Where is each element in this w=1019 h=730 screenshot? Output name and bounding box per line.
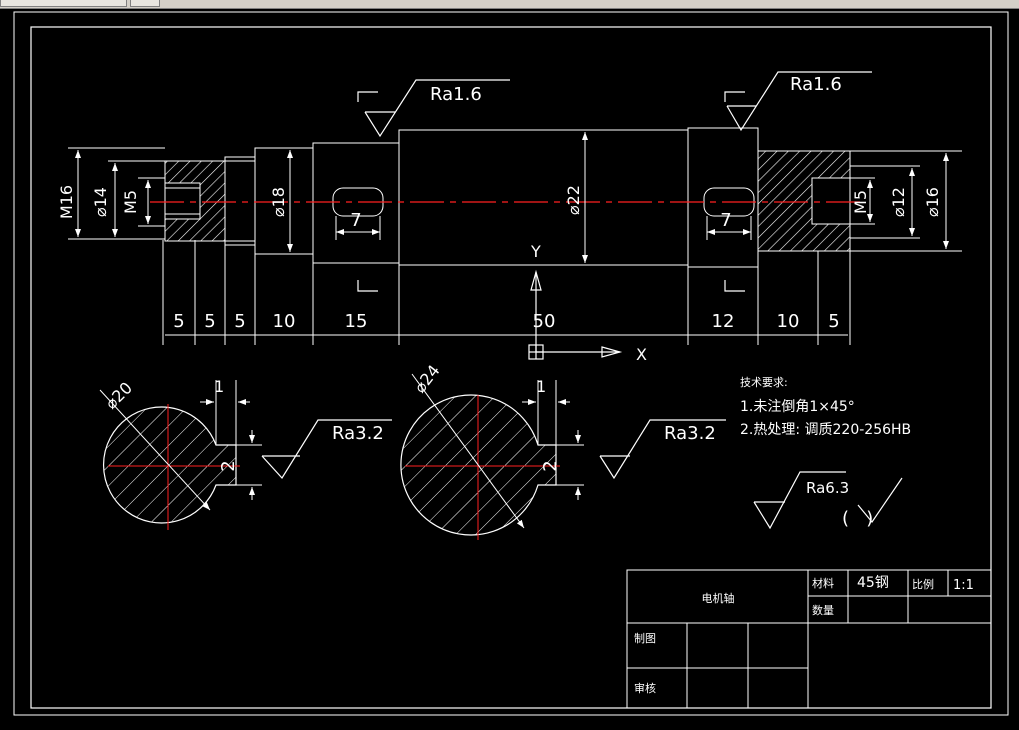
keyway-right-width: 7 [720, 210, 731, 231]
section2-dia: ⌀24 [410, 361, 443, 396]
dim-d12: ⌀12 [889, 187, 908, 217]
general-roughness-paren: ( ) [842, 508, 873, 529]
dim-d14: ⌀14 [91, 187, 110, 217]
length-dim-9: 5 [828, 311, 839, 332]
dim-d16: ⌀16 [923, 187, 942, 217]
title-material-label: 材料 [812, 576, 834, 590]
window-top-strip [0, 0, 1019, 9]
length-dim-4: 10 [273, 311, 296, 332]
title-block [626, 569, 992, 709]
roughness-top-right-label: Ra1.6 [790, 74, 842, 95]
cad-drawing-canvas[interactable]: M16 ⌀14 M5 ⌀18 ⌀22 M5 ⌀12 ⌀16 7 7 Ra1.6 … [0, 9, 1019, 730]
toolbar-tab[interactable] [130, 0, 160, 7]
shaft-main-view [164, 127, 851, 268]
length-dim-8: 10 [777, 311, 800, 332]
keyway-left-width: 7 [350, 210, 361, 231]
general-roughness-label: Ra6.3 [806, 479, 849, 497]
dim-m5-left: M5 [121, 190, 140, 214]
section-markers [357, 91, 745, 292]
length-dim-5: 15 [345, 311, 368, 332]
dim-m5-right: M5 [851, 190, 870, 214]
section-view-1 [99, 380, 392, 530]
section1-width: 2 [218, 460, 239, 471]
notes-title: 技术要求: [740, 376, 788, 389]
keyway-dims [335, 216, 752, 240]
dim-m16: M16 [57, 185, 76, 219]
right-tapped-hole [811, 177, 851, 225]
length-dim-7: 12 [712, 311, 735, 332]
axis-y-label: Y [530, 242, 541, 261]
title-part-name: 电机轴 [702, 591, 735, 605]
length-dim-2: 5 [204, 311, 215, 332]
notes-line2: 2.热处理: 调质220-256HB [740, 422, 911, 438]
title-quantity-label: 数量 [812, 604, 834, 617]
axis-x-label: X [636, 345, 647, 364]
length-dim-3: 5 [234, 311, 245, 332]
title-checked-label: 审核 [634, 681, 656, 695]
left-diameter-dims [68, 132, 588, 263]
section2-roughness: Ra3.2 [664, 423, 716, 444]
section1-depth: 1 [214, 377, 224, 396]
section1-roughness: Ra3.2 [332, 423, 384, 444]
title-scale-label: 比例 [912, 577, 934, 591]
section-view-2 [400, 373, 726, 540]
roughness-top-left-label: Ra1.6 [430, 84, 482, 105]
length-dimension-chain [162, 240, 851, 345]
section2-depth: 1 [536, 377, 546, 396]
section2-width: 2 [540, 460, 561, 471]
notes-line1: 1.未注倒角1×45° [740, 399, 855, 415]
section1-dia: ⌀20 [101, 378, 136, 413]
dim-d22: ⌀22 [564, 185, 583, 215]
inner-frame [30, 26, 992, 709]
length-dim-1: 5 [173, 311, 184, 332]
title-scale-value: 1:1 [953, 578, 974, 593]
dim-d18: ⌀18 [269, 187, 288, 217]
toolbar-tab[interactable] [0, 0, 127, 7]
title-drawn-label: 制图 [634, 632, 656, 645]
title-material-value: 45钢 [857, 575, 889, 591]
outer-frame [13, 11, 1009, 716]
